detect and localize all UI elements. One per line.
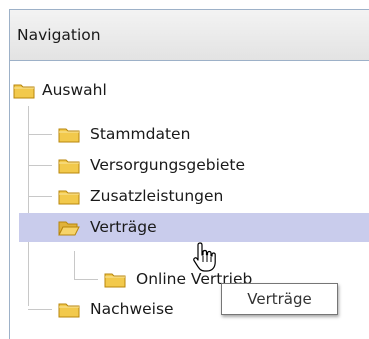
tree-node-label: Nachweise: [90, 300, 174, 318]
tree-node-label: Versorgungsgebiete: [90, 156, 246, 174]
panel-header: Navigation: [10, 10, 369, 61]
hand-cursor-icon: [191, 241, 221, 275]
tree-node-label: Verträge: [90, 218, 157, 236]
panel-title: Navigation: [17, 26, 101, 44]
tree-node-label: Zusatzleistungen: [90, 187, 224, 205]
folder-icon: [58, 157, 80, 174]
tree-node-versorgungsgebiete[interactable]: Versorgungsgebiete: [10, 151, 369, 180]
tooltip: Verträge: [221, 283, 338, 315]
folder-icon: [58, 301, 80, 318]
tree-node-auswahl[interactable]: Auswahl: [10, 76, 369, 105]
tree-node-vertraege[interactable]: Verträge: [19, 213, 369, 242]
tree-node-label: Stammdaten: [90, 125, 191, 143]
tooltip-text: Verträge: [247, 290, 312, 308]
open-folder-icon: [58, 219, 80, 236]
tree-node-zusatzleistungen[interactable]: Zusatzleistungen: [10, 182, 369, 211]
tree-node-label: Auswahl: [42, 81, 107, 99]
folder-icon: [13, 82, 35, 99]
folder-icon: [58, 126, 80, 143]
folder-icon: [58, 188, 80, 205]
tree-node-stammdaten[interactable]: Stammdaten: [10, 120, 369, 149]
folder-icon: [104, 271, 126, 288]
